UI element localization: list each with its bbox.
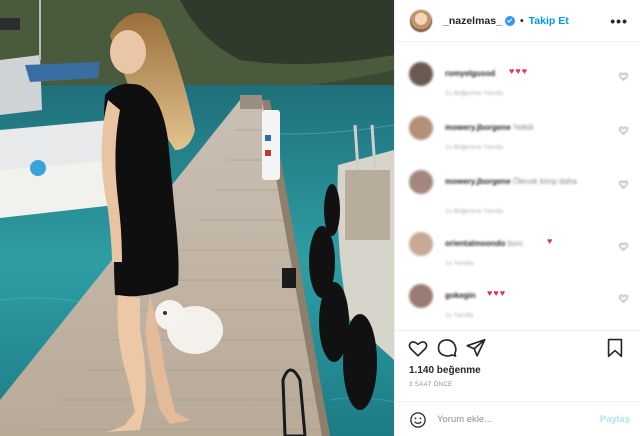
comment-meta[interactable]: 1s Yanıtla [445, 260, 473, 267]
comment-user[interactable]: orientalmoondo [445, 239, 505, 248]
action-icons [407, 337, 626, 359]
paper-plane-icon[interactable] [465, 337, 487, 359]
avatar[interactable] [409, 284, 433, 308]
heart-icon[interactable] [619, 126, 628, 135]
comment-meta[interactable]: 1s Beğenme Yanıtla [445, 144, 503, 151]
like-count[interactable]: 1.140 beğenme [409, 365, 481, 376]
follow-button[interactable]: Takip Et [529, 15, 569, 27]
comment-text: mowery.jborgene Yetkili [445, 122, 608, 133]
comment-user[interactable]: gokegin [445, 291, 476, 300]
comment-user[interactable]: mowery.jborgene [445, 177, 511, 186]
reaction-hearts: ♥♥♥ [509, 66, 529, 76]
heart-icon[interactable] [619, 72, 628, 81]
post-photo[interactable] [0, 0, 394, 436]
post-timestamp[interactable]: 3 SAAT ÖNCE [409, 382, 453, 388]
heart-icon[interactable] [619, 180, 628, 189]
comment-text: orientalmoondo burc [445, 238, 608, 249]
post-side-panel: _nazelmas_ • Takip Et ••• romyelgusod ♥♥… [394, 0, 640, 436]
comment-body: Yetkili [512, 123, 534, 132]
bookmark-icon[interactable] [604, 337, 626, 359]
heart-icon[interactable] [619, 242, 628, 251]
comment-text: gokegin [445, 290, 608, 301]
verified-badge-icon [504, 15, 515, 26]
comment-user[interactable]: mowery.jborgene [445, 123, 511, 132]
comment-input[interactable] [437, 414, 600, 425]
comment-meta[interactable]: 1s Yanıtla [445, 312, 473, 319]
avatar[interactable] [409, 8, 433, 33]
post-header: _nazelmas_ • Takip Et ••• [395, 0, 640, 42]
post-comment-button[interactable]: Paylaş [600, 414, 630, 425]
username-link[interactable]: _nazelmas_ [443, 15, 502, 27]
comment-bubble-icon[interactable] [436, 337, 458, 359]
comment-composer: Paylaş [395, 401, 640, 436]
reaction-hearts: ♥♥♥ [487, 288, 507, 298]
avatar[interactable] [409, 232, 433, 256]
avatar[interactable] [409, 170, 433, 194]
comment-user[interactable]: romyelgusod [445, 69, 495, 78]
reaction-hearts: ♥ [547, 236, 554, 246]
comment-body: Ölecek kimp daha [512, 177, 577, 186]
comment-meta[interactable]: 1s Beğenme Yanıtla [445, 90, 503, 97]
comment-meta[interactable]: 1s Beğenme Yanıtla [445, 208, 503, 215]
separator: • [519, 14, 524, 27]
comment-body: burc [507, 239, 524, 248]
heart-icon[interactable] [407, 337, 429, 359]
smiley-icon[interactable] [409, 411, 427, 429]
comments-list[interactable]: romyelgusod ♥♥♥ 1s Beğenme Yanıtla mower… [395, 52, 640, 330]
heart-icon[interactable] [619, 294, 628, 303]
avatar[interactable] [409, 116, 433, 140]
comment-text: mowery.jborgene Ölecek kimp daha [445, 176, 608, 187]
more-options-icon[interactable]: ••• [610, 13, 628, 29]
avatar[interactable] [409, 62, 433, 86]
post-actions: 1.140 beğenme 3 SAAT ÖNCE Paylaş [395, 330, 640, 436]
photo-illustration [0, 0, 394, 436]
